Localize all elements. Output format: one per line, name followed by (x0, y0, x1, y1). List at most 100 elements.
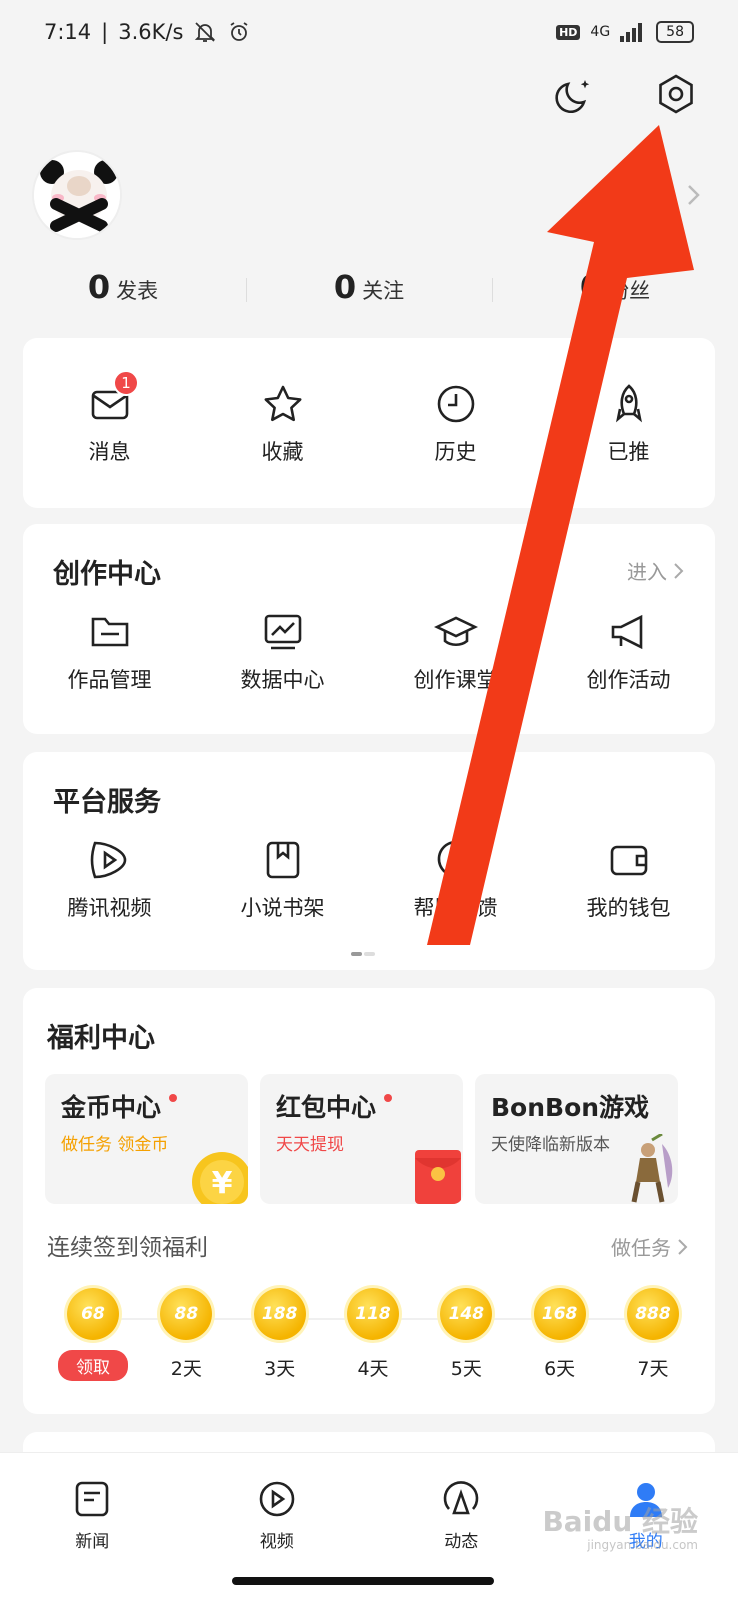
star-icon (264, 385, 301, 422)
service-item-help[interactable]: 帮助反馈 (369, 838, 542, 922)
broadcast-icon (443, 1481, 479, 1515)
avatar-image (34, 152, 120, 238)
checkin-coins: 68 领取 88 2天 188 3天 118 4天 148 5天 168 6天 … (53, 1288, 693, 1381)
clock-icon (437, 385, 474, 423)
service-item-label: 我的钱包 (586, 896, 671, 920)
stat-posts[interactable]: 0 发表 (0, 268, 246, 306)
creation-item-label: 创作课堂 (413, 668, 498, 692)
settings-icon[interactable] (654, 72, 698, 116)
night-mode-icon[interactable] (554, 72, 598, 116)
service-item-tencent-video[interactable]: 腾讯视频 (23, 838, 196, 922)
platform-services-card: 平台服务 腾讯视频 小说书架 帮助反馈 我的钱包 (23, 752, 715, 970)
graduation-cap-icon (433, 616, 478, 647)
play-icon (259, 1481, 295, 1517)
creation-item-class[interactable]: 创作课堂 (369, 610, 542, 694)
tab-news[interactable]: 新闻 (0, 1453, 185, 1600)
stat-fans-count: 0 (579, 268, 603, 306)
coin-day: 4天 (357, 1358, 389, 1380)
checkin-title: 连续签到领福利 (47, 1235, 208, 1261)
welfare-center-title: 福利中心 (47, 1023, 155, 1054)
red-packet-icon (415, 1150, 461, 1204)
welfare-center-card: 福利中心 金币中心 做任务 领金币 ¥ 红包中心 天天提现 BonBon游戏 天… (23, 988, 715, 1414)
tile-subtitle: 做任务 领金币 (61, 1135, 169, 1155)
creation-item-data[interactable]: 数据中心 (196, 610, 369, 694)
profile-header[interactable] (32, 150, 122, 240)
do-task-link[interactable]: 做任务 (611, 1232, 689, 1261)
alarm-icon (230, 22, 248, 41)
quick-item-history[interactable]: 历史 (369, 382, 542, 466)
avatar[interactable] (32, 150, 122, 240)
stat-fans[interactable]: 0 粉丝 (492, 268, 738, 306)
quick-item-favorites[interactable]: 收藏 (196, 382, 369, 466)
wallet-icon (610, 845, 647, 876)
tile-title: 红包中心 (276, 1093, 377, 1122)
news-icon (75, 1481, 109, 1517)
profile-stats: 0 发表 0 关注 0 粉丝 (0, 268, 738, 306)
service-item-label: 小说书架 (240, 896, 325, 920)
network-type: 4G (590, 24, 611, 40)
quick-item-label: 收藏 (261, 440, 304, 464)
svg-text:¥: ¥ (212, 1166, 233, 1201)
chevron-right-icon (678, 1238, 688, 1255)
stat-posts-label: 发表 (116, 279, 159, 303)
creation-item-label: 作品管理 (67, 668, 152, 692)
checkin-day-2: 88 2天 (146, 1288, 226, 1381)
coin-day: 5天 (450, 1358, 482, 1380)
chevron-right-icon (674, 562, 684, 579)
tab-label: 新闻 (75, 1532, 110, 1552)
mute-bell-icon (195, 22, 216, 42)
creation-enter-label: 进入 (627, 560, 667, 584)
coin-day: 2天 (170, 1358, 202, 1380)
tile-subtitle: 天天提现 (276, 1135, 344, 1155)
tile-red-packet-center[interactable]: 红包中心 天天提现 (260, 1074, 463, 1204)
creation-item-label: 数据中心 (240, 668, 325, 692)
checkin-day-7: 888 7天 (613, 1288, 693, 1381)
home-indicator (232, 1577, 494, 1585)
quick-item-label: 已推 (607, 440, 650, 464)
tile-coin-center[interactable]: 金币中心 做任务 领金币 ¥ (45, 1074, 248, 1204)
top-actions (554, 72, 698, 116)
red-dot (384, 1094, 393, 1102)
battery-indicator: 58 (656, 21, 694, 43)
stat-following-count: 0 (333, 268, 357, 306)
tile-subtitle: 天使降临新版本 (491, 1135, 610, 1155)
quick-access-card: 1 消息 收藏 历史 已推 (23, 338, 715, 508)
checkin-day-1[interactable]: 68 领取 (53, 1288, 133, 1381)
service-item-wallet[interactable]: 我的钱包 (542, 838, 715, 922)
yuan-coin-icon: ¥ (192, 1152, 248, 1204)
status-speed: 3.6K/s (118, 20, 184, 44)
quick-item-label: 历史 (434, 440, 477, 464)
checkin-day-6: 168 6天 (520, 1288, 600, 1381)
coin-value: 888 (626, 1288, 679, 1340)
status-divider: | (101, 20, 109, 44)
service-item-bookshelf[interactable]: 小说书架 (196, 838, 369, 922)
tab-label: 动态 (444, 1532, 479, 1552)
claim-button[interactable]: 领取 (58, 1350, 128, 1381)
rocket-icon (615, 384, 642, 423)
creation-item-works[interactable]: 作品管理 (23, 610, 196, 694)
bookmark-icon (266, 841, 299, 879)
stat-following[interactable]: 0 关注 (246, 268, 492, 306)
service-item-label: 帮助反馈 (413, 896, 498, 920)
signal-icon (620, 23, 643, 42)
page-indicator (351, 952, 375, 956)
baidu-watermark-url: jingyan.baidu.com (587, 1538, 698, 1552)
creation-item-activities[interactable]: 创作活动 (542, 610, 715, 694)
creation-enter-link[interactable]: 进入 (627, 556, 685, 585)
quick-item-pushed[interactable]: 已推 (542, 382, 715, 466)
checkin-day-3: 188 3天 (240, 1288, 320, 1381)
tencent-video-icon (90, 841, 126, 879)
quick-item-messages[interactable]: 1 消息 (23, 370, 196, 466)
stat-fans-label: 粉丝 (608, 279, 651, 303)
profile-chevron-right-icon[interactable] (684, 180, 704, 210)
coin-value: 168 (533, 1288, 586, 1340)
coin-value: 68 (67, 1288, 119, 1340)
creation-center-title: 创作中心 (53, 559, 161, 590)
service-item-label: 腾讯视频 (67, 896, 152, 920)
tile-bonbon-game[interactable]: BonBon游戏 天使降临新版本 (475, 1074, 678, 1204)
coin-value: 148 (440, 1288, 493, 1340)
messages-badge: 1 (113, 370, 139, 396)
tab-label: 视频 (259, 1532, 294, 1552)
tile-title: 金币中心 (61, 1093, 162, 1122)
checkin-day-5: 148 5天 (426, 1288, 506, 1381)
